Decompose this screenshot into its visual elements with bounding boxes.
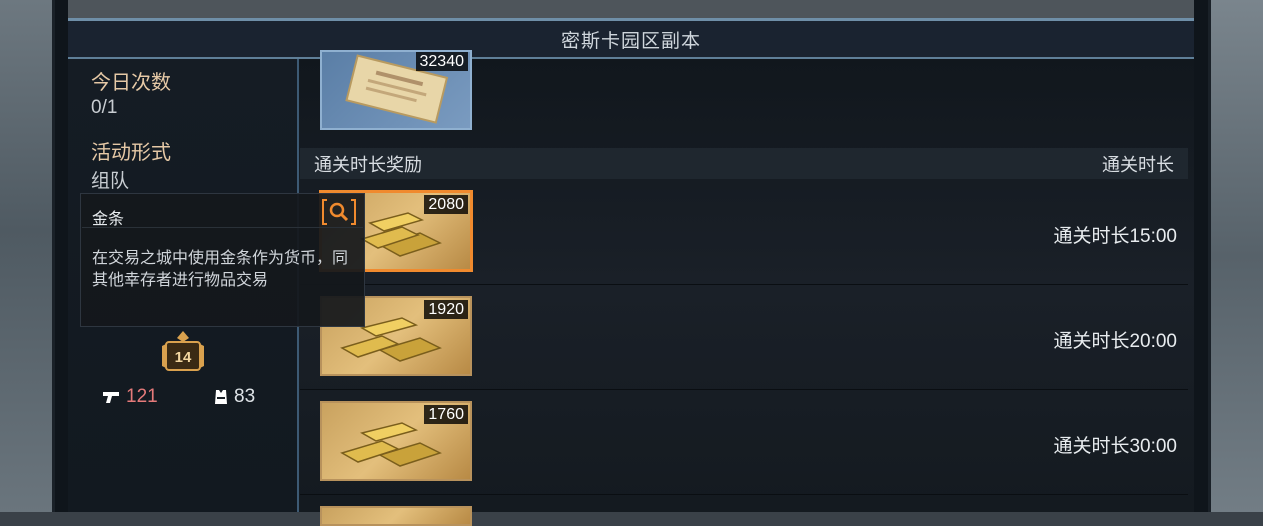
armor-stat: 83: [214, 386, 255, 408]
item-count: 1920: [424, 300, 468, 319]
section-title: 通关时长奖励: [314, 154, 422, 175]
item-count: 1760: [424, 405, 468, 424]
tooltip-divider: [82, 227, 363, 228]
item-count: 2080: [424, 195, 468, 214]
reward-item-partial[interactable]: [320, 506, 472, 526]
item-count: 32340: [415, 52, 468, 71]
attack-stat: 121: [102, 386, 158, 408]
reward-section-header: 通关时长奖励 通关时长: [300, 148, 1188, 179]
level-value: 14: [174, 349, 192, 366]
section-right-label: 通关时长: [1102, 154, 1174, 175]
reward-item-document[interactable]: 32340: [320, 50, 472, 130]
inspect-button[interactable]: [322, 198, 356, 226]
row-divider: [300, 284, 1188, 285]
reward-time: 通关时长20:00: [1053, 331, 1177, 352]
gun-icon: [103, 392, 119, 403]
window-title: 密斯卡园区副本: [68, 21, 1194, 59]
magnifier-icon: [322, 199, 356, 225]
level-badge: 14: [160, 330, 206, 374]
reward-time: 通关时长15:00: [1053, 226, 1177, 247]
activity-form-label: 活动形式: [91, 142, 171, 164]
attack-value: 121: [126, 386, 158, 407]
vest-icon: [215, 390, 227, 404]
top-strip: [68, 0, 1194, 18]
reward-item-gold-bar[interactable]: 1760: [320, 401, 472, 481]
row-divider: [300, 389, 1188, 390]
daily-count-value: 0/1: [91, 97, 118, 118]
tooltip-description: 在交易之城中使用金条作为货币，同其他幸存者进行物品交易: [92, 250, 349, 289]
row-divider: [300, 494, 1188, 495]
armor-value: 83: [234, 386, 256, 407]
activity-form-value: 组队: [91, 171, 130, 192]
tooltip-title: 金条: [92, 211, 125, 228]
reward-time: 通关时长30:00: [1053, 436, 1177, 457]
daily-count-label: 今日次数: [91, 72, 171, 94]
